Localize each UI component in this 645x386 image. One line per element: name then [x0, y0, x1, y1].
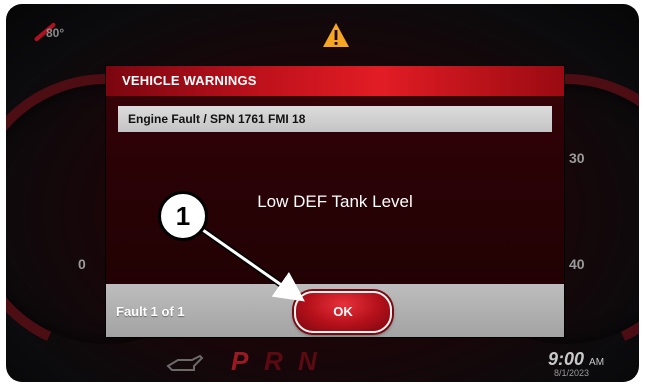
gear-n: N	[298, 346, 317, 376]
clock-time-value: 9:00	[548, 349, 585, 369]
clock-ampm: AM	[589, 357, 605, 368]
instrument-display: 80° 0 30 40 P R N 9:00 AM 8/1/2023 VEHIC…	[6, 4, 639, 382]
gauge-tick-right-30: 30	[569, 150, 585, 166]
fault-code-bar: Engine Fault / SPN 1761 FMI 18	[118, 106, 552, 132]
gauge-tick-right-40: 40	[569, 256, 585, 272]
gear-p: P	[231, 346, 249, 376]
gear-selector: P R N	[6, 340, 639, 382]
warning-triangle-icon	[323, 23, 349, 47]
callout-number: 1	[158, 191, 208, 241]
dialog-title: VEHICLE WARNINGS	[122, 73, 257, 88]
fault-code-text: Engine Fault / SPN 1761 FMI 18	[128, 112, 306, 126]
oil-can-icon	[166, 354, 204, 371]
fault-count: Fault 1 of 1	[116, 304, 185, 319]
gauge-tick-left: 0	[78, 256, 86, 272]
dialog-header: VEHICLE WARNINGS	[106, 66, 564, 96]
ok-button[interactable]: OK	[294, 291, 392, 333]
clock-time: 9:00 AM	[548, 349, 604, 370]
clock-date: 8/1/2023	[554, 368, 590, 378]
dialog-footer: Fault 1 of 1 OK	[106, 284, 564, 337]
gear-r: R	[264, 346, 283, 376]
temperature-readout: 80°	[46, 26, 65, 40]
screenshot: 80° 0 30 40 P R N 9:00 AM 8/1/2023 VEHIC…	[0, 0, 645, 386]
